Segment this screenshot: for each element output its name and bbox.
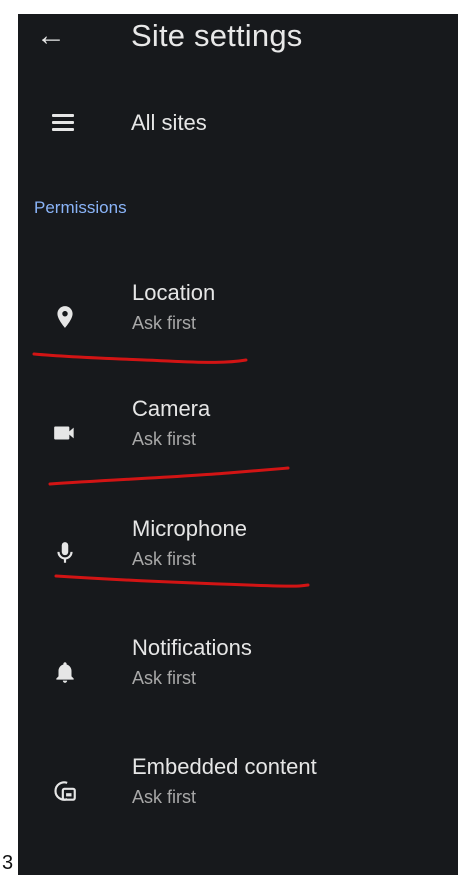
site-settings-screen: ← Site settings All sites Permissions Lo… <box>18 14 458 875</box>
permission-row-camera[interactable]: Camera Ask first <box>18 396 458 496</box>
permission-name: Notifications <box>132 635 252 660</box>
permissions-section-header: Permissions <box>34 198 127 217</box>
permission-row-microphone[interactable]: Microphone Ask first <box>18 516 458 616</box>
permission-name: Location <box>132 280 216 305</box>
permission-status: Ask first <box>132 668 197 688</box>
permission-name: Embedded content <box>132 754 317 779</box>
bell-icon <box>56 662 74 683</box>
microphone-icon <box>57 542 73 563</box>
permission-name: Microphone <box>132 516 247 541</box>
page-title: Site settings <box>131 18 303 53</box>
permission-status: Ask first <box>132 429 197 449</box>
all-sites-label: All sites <box>131 110 207 135</box>
permission-name: Camera <box>132 396 211 421</box>
arrow-back-icon[interactable]: ← <box>36 16 66 56</box>
permission-status: Ask first <box>132 313 197 333</box>
embedded-content-icon <box>54 781 76 801</box>
camera-icon <box>54 426 74 440</box>
permission-status: Ask first <box>132 549 197 569</box>
permission-row-embedded-content[interactable]: Embedded content Ask first <box>18 754 458 854</box>
permission-row-location[interactable]: Location Ask first <box>18 280 458 380</box>
app-bar: ← Site settings <box>18 14 458 70</box>
permission-status: Ask first <box>132 787 197 807</box>
list-icon <box>52 114 74 132</box>
location-pin-icon <box>57 306 73 328</box>
permission-row-notifications[interactable]: Notifications Ask first <box>18 635 458 735</box>
all-sites-row[interactable]: All sites <box>18 94 458 154</box>
outer-page-fragment: 3 <box>2 852 14 874</box>
